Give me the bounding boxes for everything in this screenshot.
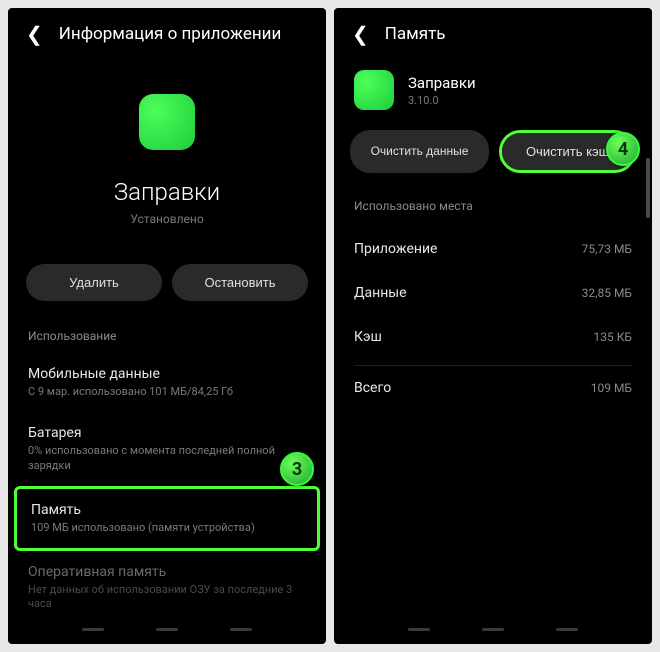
highlight-storage: Память 109 МБ использовано (памяти устро… — [14, 486, 320, 551]
screen-storage: ❮ Память Заправки 3.10.0 Очистить данные… — [334, 8, 652, 644]
storage-breakdown: Приложение 75,73 МБ Данные 32,85 МБ Кэш … — [334, 223, 652, 414]
screen-app-info: ❮ Информация о приложении Заправки Устан… — [8, 8, 326, 644]
kv-val: 75,73 МБ — [582, 242, 632, 256]
list-item-mobile-data[interactable]: Мобильные данные С 9 мар. использовано 1… — [8, 353, 326, 412]
nav-home-icon[interactable] — [482, 628, 504, 631]
kv-key: Всего — [354, 380, 391, 396]
list-item-title: Память — [31, 502, 303, 518]
app-mini: Заправки 3.10.0 — [334, 54, 652, 116]
list-item-sub: Нет данных об использовании ОЗУ за после… — [28, 583, 306, 612]
kv-val: 135 КБ — [594, 330, 632, 344]
section-usage-label: Использование — [8, 309, 326, 353]
nav-back-icon[interactable] — [556, 628, 578, 631]
app-hero: Заправки Установлено — [8, 54, 326, 246]
force-stop-button[interactable]: Остановить — [172, 264, 308, 301]
back-icon[interactable]: ❮ — [352, 22, 369, 46]
app-mini-text: Заправки 3.10.0 — [408, 74, 476, 107]
row-cache: Кэш 135 КБ — [334, 315, 652, 359]
action-row: Удалить Остановить — [8, 246, 326, 309]
nav-bar — [334, 614, 652, 644]
kv-val: 32,85 МБ — [582, 286, 632, 300]
list-item-title: Батарея — [28, 425, 306, 441]
nav-home-icon[interactable] — [156, 628, 178, 631]
list-item-title: Мобильные данные — [28, 366, 306, 382]
nav-bar — [8, 614, 326, 644]
uninstall-button[interactable]: Удалить — [26, 264, 162, 301]
row-app: Приложение 75,73 МБ — [334, 227, 652, 271]
section-space-label: Использовано места — [334, 179, 652, 223]
row-total: Всего 109 МБ — [334, 366, 652, 410]
step-badge-3: 3 — [280, 452, 314, 486]
app-status: Установлено — [130, 212, 203, 226]
app-icon — [354, 70, 394, 110]
header-bar: ❮ Информация о приложении — [8, 8, 326, 54]
list-item-battery[interactable]: Батарея 0% использовано с момента послед… — [8, 412, 326, 486]
list-item-sub: 0% использовано с момента последней полн… — [28, 444, 306, 473]
back-icon[interactable]: ❮ — [26, 22, 43, 46]
list-item-sub: 109 МБ использовано (памяти устройства) — [31, 521, 303, 535]
header-bar: ❮ Память — [334, 8, 652, 54]
nav-back-icon[interactable] — [230, 628, 252, 631]
kv-key: Данные — [354, 285, 407, 301]
list-item-sub: С 9 мар. использовано 101 МБ/84,25 Гб — [28, 385, 306, 399]
kv-key: Приложение — [354, 241, 437, 257]
list-item-title: Оперативная память — [28, 564, 306, 580]
clear-data-button[interactable]: Очистить данные — [350, 130, 489, 173]
app-icon — [139, 94, 195, 150]
page-title: Информация о приложении — [59, 24, 282, 44]
step-badge-4: 4 — [606, 132, 640, 166]
nav-recent-icon[interactable] — [408, 628, 430, 631]
page-title: Память — [385, 24, 446, 44]
app-name: Заправки — [114, 178, 220, 206]
nav-recent-icon[interactable] — [82, 628, 104, 631]
app-name: Заправки — [408, 74, 476, 92]
app-version: 3.10.0 — [408, 94, 476, 107]
scrollbar[interactable] — [646, 158, 650, 218]
action-row: Очистить данные Очистить кэш — [334, 116, 652, 179]
list-item-storage[interactable]: Память 109 МБ использовано (памяти устро… — [17, 489, 317, 548]
kv-key: Кэш — [354, 329, 382, 345]
row-data: Данные 32,85 МБ — [334, 271, 652, 315]
kv-val: 109 МБ — [591, 381, 632, 395]
